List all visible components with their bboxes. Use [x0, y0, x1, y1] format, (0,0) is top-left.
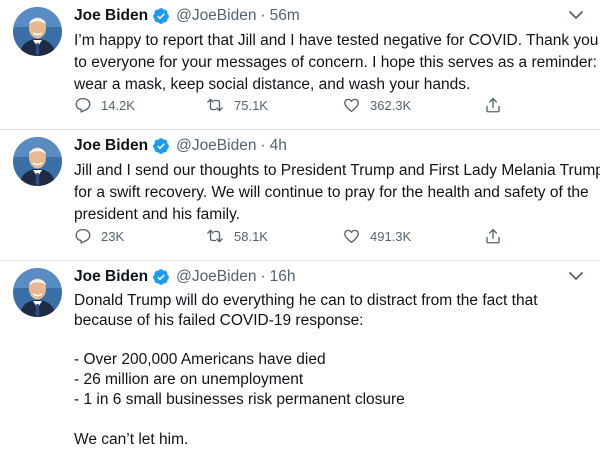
share-button[interactable]	[484, 96, 502, 114]
tweet-text: I’m happy to report that Jill and I have…	[74, 30, 599, 96]
verified-badge-icon	[152, 137, 170, 155]
tweet-text-line: - 1 in 6 small businesses risk permanent…	[74, 390, 405, 408]
tweet-text: Donald Trump will do everything he can t…	[74, 291, 590, 449]
retweet-icon	[205, 227, 225, 245]
tweet-header: Joe Biden @JoeBiden · 4h	[74, 135, 287, 157]
tweet-3[interactable]: Joe Biden @JoeBiden · 16h Donald Trump w…	[0, 261, 600, 453]
tweet-timestamp[interactable]: 56m	[270, 7, 300, 25]
avatar[interactable]	[13, 7, 62, 56]
avatar[interactable]	[13, 137, 62, 186]
tweet-2[interactable]: Joe Biden @JoeBiden · 4h Jill and I send…	[0, 130, 600, 260]
retweet-button[interactable]: 58.1K	[205, 227, 268, 245]
tweet-timestamp[interactable]: 16h	[270, 268, 296, 286]
like-count: 362.3K	[370, 97, 412, 113]
separator-dot: ·	[260, 137, 266, 154]
author-name[interactable]: Joe Biden	[74, 268, 148, 286]
tweet-timestamp[interactable]: 4h	[270, 137, 287, 155]
more-options-chevron-down-icon[interactable]	[568, 8, 584, 20]
retweet-count: 58.1K	[234, 228, 268, 244]
heart-icon	[342, 96, 361, 114]
tweet-actions: 14.2K 75.1K 362.3K	[74, 96, 514, 116]
like-button[interactable]: 362.3K	[342, 96, 411, 114]
reply-button[interactable]: 14.2K	[74, 96, 135, 114]
author-name[interactable]: Joe Biden	[74, 137, 148, 155]
author-handle[interactable]: @JoeBiden	[176, 137, 256, 155]
share-icon	[484, 227, 502, 245]
retweet-button[interactable]: 75.1K	[205, 96, 268, 114]
share-button[interactable]	[484, 227, 502, 245]
tweet-actions: 23K 58.1K 491.3K	[74, 227, 514, 247]
tweet-text-line: because of his failed COVID-19 response:	[74, 311, 364, 329]
retweet-icon	[205, 96, 225, 114]
tweet-header: Joe Biden @JoeBiden · 16h	[74, 266, 296, 288]
like-button[interactable]: 491.3K	[342, 227, 411, 245]
reply-count: 14.2K	[101, 97, 135, 113]
reply-icon	[74, 96, 92, 114]
tweet-text-line: - Over 200,000 Americans have died	[74, 351, 326, 369]
tweet-header: Joe Biden @JoeBiden · 56m	[74, 5, 300, 27]
heart-icon	[342, 227, 361, 245]
tweet-text-line: - 26 million are on unemployment	[74, 371, 304, 389]
separator-dot: ·	[260, 268, 266, 285]
tweet-text-line: wear a mask, keep social distance, and w…	[74, 76, 471, 93]
tweet-text-line: We can’t let him.	[74, 430, 189, 448]
avatar[interactable]	[13, 268, 62, 317]
tweet-text-line	[74, 331, 590, 351]
tweet-1[interactable]: Joe Biden @JoeBiden · 56m I’m happy to r…	[0, 0, 600, 129]
tweet-text-line: president and his family.	[74, 206, 240, 223]
author-name[interactable]: Joe Biden	[74, 7, 148, 25]
retweet-count: 75.1K	[234, 97, 268, 113]
author-handle[interactable]: @JoeBiden	[176, 7, 256, 25]
separator-dot: ·	[260, 7, 266, 24]
verified-badge-icon	[152, 7, 170, 25]
verified-badge-icon	[152, 268, 170, 286]
tweet-text-line	[74, 410, 590, 430]
more-options-chevron-down-icon[interactable]	[568, 269, 584, 281]
author-handle[interactable]: @JoeBiden	[176, 268, 256, 286]
tweet-text-line: I’m happy to report that Jill and I have…	[74, 32, 599, 49]
tweet-text-line: Jill and I send our thoughts to Presiden…	[74, 162, 600, 179]
tweet-text-line: Donald Trump will do everything he can t…	[74, 292, 538, 309]
tweet-text: Jill and I send our thoughts to Presiden…	[74, 160, 600, 226]
tweet-text-line: for a swift recovery. We will continue t…	[74, 184, 589, 201]
reply-count: 23K	[101, 228, 125, 244]
like-count: 491.3K	[370, 228, 412, 244]
share-icon	[484, 96, 502, 114]
reply-button[interactable]: 23K	[74, 227, 124, 245]
tweet-text-line: to everyone for your messages of concern…	[74, 54, 597, 71]
reply-icon	[74, 227, 92, 245]
